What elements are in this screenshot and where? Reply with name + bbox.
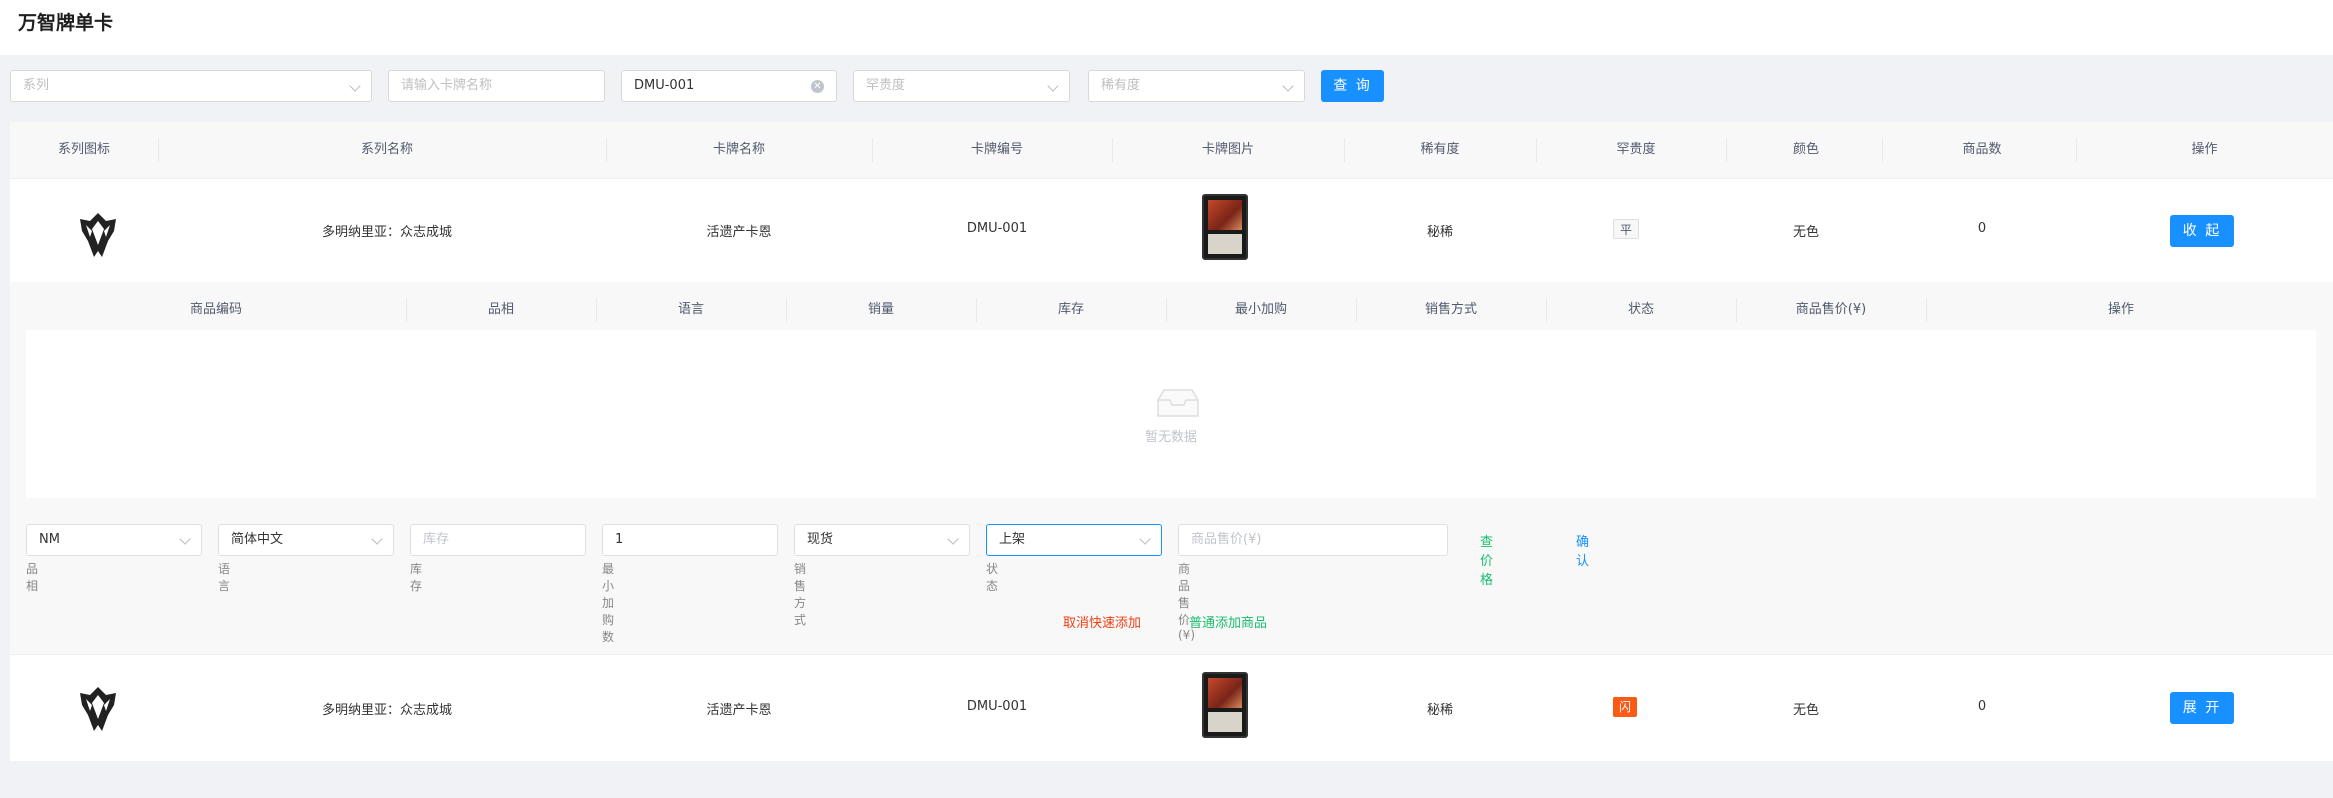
rarity-select[interactable]: 罕贵度 (853, 70, 1070, 102)
rarity-tag: 平 (1613, 219, 1640, 239)
series-select-placeholder: 系列 (23, 78, 50, 93)
rarity-tag: 闪 (1613, 697, 1638, 717)
scarcity-value: 秘稀 (1426, 225, 1453, 240)
scarcity-value: 秘稀 (1426, 703, 1453, 718)
sale-method-select[interactable]: 现货 (794, 524, 970, 556)
scarcity-select[interactable]: 稀有度 (1088, 70, 1305, 102)
chevron-down-icon (947, 533, 959, 545)
expanded-panel: 商品编码 品相 语言 销量 库存 最小加购 销售方式 状态 商品售价(¥) 操作 (10, 282, 2333, 654)
card-table: 系列图标 系列名称 卡牌名称 卡牌编号 卡牌图片 稀有度 罕贵度 颜色 商品数 … (10, 122, 2333, 761)
cancel-quick-add-link[interactable]: 取消快速添加 (1063, 612, 1141, 631)
card-name-input[interactable]: 请输入卡牌名称 (388, 70, 605, 102)
card-code-value: DMU-001 (634, 78, 695, 93)
scarcity-select-placeholder: 稀有度 (1101, 78, 1141, 93)
sub-header-condition: 品相 (487, 302, 514, 317)
series-select[interactable]: 系列 (10, 70, 372, 102)
sub-header-stock: 库存 (1057, 302, 1084, 317)
stock-label: 库存 (410, 562, 423, 593)
confirm-link[interactable]: 确认 (1576, 531, 1589, 569)
chevron-down-icon (371, 533, 383, 545)
sub-header-min-qty: 最小加购 (1234, 302, 1287, 317)
product-count: 0 (1977, 699, 1987, 714)
color-value: 无色 (1792, 703, 1819, 718)
page-title: 万智牌单卡 (18, 12, 114, 34)
language-value: 简体中文 (231, 532, 284, 547)
status-label: 状态 (986, 562, 999, 593)
empty-inbox-icon (1157, 389, 1199, 417)
product-count: 0 (1977, 221, 1987, 236)
sub-header-price: 商品售价(¥) (1795, 302, 1867, 317)
check-price-link[interactable]: 查价格 (1480, 531, 1493, 588)
stock-input[interactable]: 库存 (410, 524, 586, 556)
card-name: 活遗产卡恩 (706, 225, 772, 240)
sub-header-sale-method: 销售方式 (1424, 302, 1477, 317)
card-name-placeholder: 请输入卡牌名称 (401, 78, 493, 93)
condition-label: 品相 (26, 562, 39, 593)
header-product-count: 商品数 (1962, 142, 2002, 157)
header-actions: 操作 (2191, 142, 2218, 157)
query-button[interactable]: 查 询 (1321, 70, 1384, 102)
min-qty-input[interactable]: 1 (602, 524, 778, 556)
card-name: 活遗产卡恩 (706, 703, 772, 718)
chevron-down-icon (1282, 80, 1294, 92)
card-image[interactable] (1202, 672, 1248, 738)
product-subtable: 商品编码 品相 语言 销量 库存 最小加购 销售方式 状态 商品售价(¥) 操作 (26, 290, 2316, 498)
expand-button[interactable]: 展 开 (2170, 692, 2234, 724)
header-color: 颜色 (1792, 142, 1819, 157)
normal-add-link[interactable]: 普通添加商品 (1189, 612, 1267, 631)
series-name: 多明纳里亚：众志成城 (321, 225, 452, 240)
header-series-name: 系列名称 (360, 142, 413, 157)
header-rarity: 罕贵度 (1616, 142, 1656, 157)
stock-placeholder: 库存 (423, 532, 450, 547)
chevron-down-icon (1139, 533, 1151, 545)
header-card-code: 卡牌编号 (970, 142, 1023, 157)
sale-method-value: 现货 (807, 532, 834, 547)
status-value: 上架 (999, 532, 1026, 547)
table-row: 多明纳里亚：众志成城 活遗产卡恩 DMU-001 秘稀 平 无色 0 收 起 (10, 179, 2333, 282)
price-placeholder: 商品售价(¥) (1191, 532, 1262, 547)
filter-bar: 系列 请输入卡牌名称 DMU-001 ✕ 罕贵度 稀有度 查 询 (0, 70, 2333, 104)
sale-method-label: 销售方式 (794, 562, 807, 627)
sub-header-language: 语言 (677, 302, 704, 317)
series-logo-icon (80, 687, 116, 731)
card-code: DMU-001 (966, 221, 1028, 236)
price-input[interactable]: 商品售价(¥) (1178, 524, 1448, 556)
series-logo-icon (80, 213, 116, 257)
rarity-select-placeholder: 罕贵度 (866, 78, 906, 93)
series-name: 多明纳里亚：众志成城 (321, 703, 452, 718)
table-header: 系列图标 系列名称 卡牌名称 卡牌编号 卡牌图片 稀有度 罕贵度 颜色 商品数 … (10, 122, 2333, 179)
table-row: 多明纳里亚：众志成城 活遗产卡恩 DMU-001 秘稀 闪 无色 0 展 开 (10, 654, 2333, 761)
top-bar: 万智牌单卡 (0, 0, 2333, 55)
sub-header-product-code: 商品编码 (189, 302, 242, 317)
language-select[interactable]: 简体中文 (218, 524, 394, 556)
empty-text: 暂无数据 (1144, 430, 1197, 445)
header-series-icon: 系列图标 (57, 142, 110, 157)
chevron-down-icon (179, 533, 191, 545)
chevron-down-icon (349, 80, 361, 92)
collapse-button[interactable]: 收 起 (2170, 215, 2234, 247)
color-value: 无色 (1792, 225, 1819, 240)
sub-header-sales: 销量 (867, 302, 894, 317)
card-image[interactable] (1202, 194, 1248, 260)
chevron-down-icon (1047, 80, 1059, 92)
min-qty-value: 1 (615, 532, 624, 547)
header-card-name: 卡牌名称 (712, 142, 765, 157)
sub-header-status: 状态 (1627, 302, 1654, 317)
header-scarcity: 稀有度 (1420, 142, 1460, 157)
clear-icon[interactable]: ✕ (811, 80, 824, 93)
subtable-header: 商品编码 品相 语言 销量 库存 最小加购 销售方式 状态 商品售价(¥) 操作 (26, 290, 2316, 330)
header-card-image: 卡牌图片 (1201, 142, 1254, 157)
language-label: 语言 (218, 562, 231, 593)
sub-header-actions: 操作 (2107, 302, 2134, 317)
status-select[interactable]: 上架 (986, 524, 1162, 556)
card-code-input[interactable]: DMU-001 ✕ (621, 70, 837, 102)
condition-value: NM (39, 532, 60, 547)
min-qty-label: 最小加购数 (602, 562, 615, 644)
card-code: DMU-001 (966, 699, 1028, 714)
condition-select[interactable]: NM (26, 524, 202, 556)
